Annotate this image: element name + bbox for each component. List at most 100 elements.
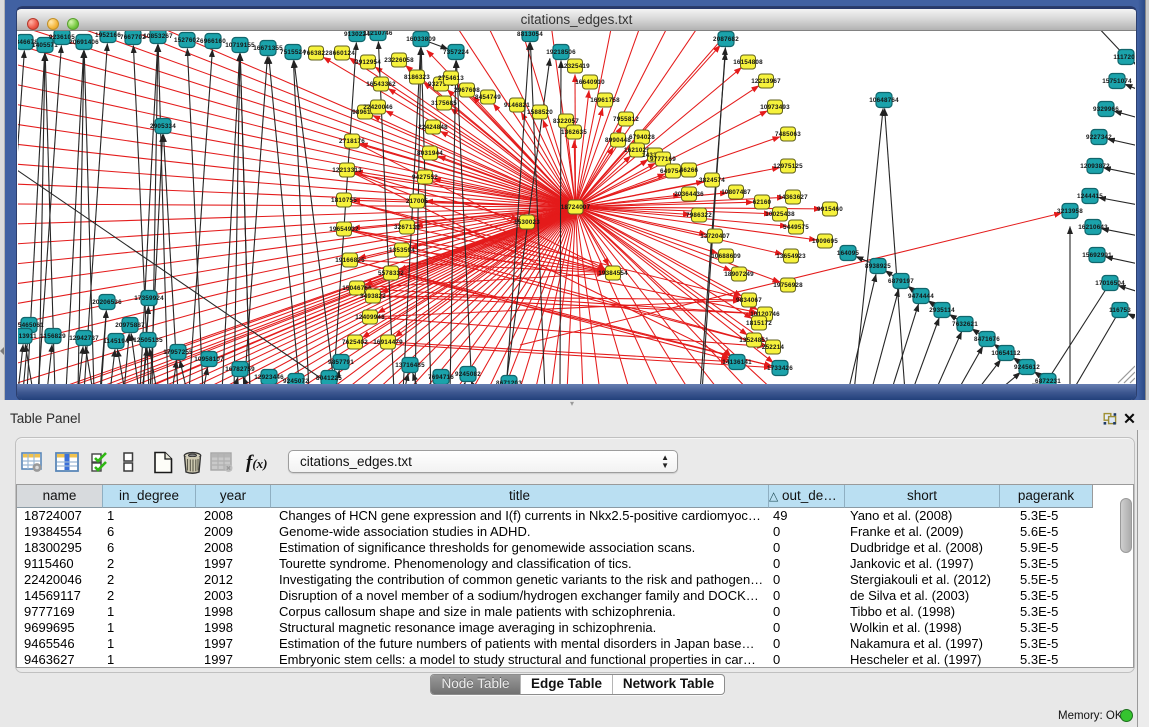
svg-text:22424848: 22424848 bbox=[418, 124, 448, 131]
svg-text:12409948: 12409948 bbox=[355, 314, 385, 321]
svg-text:12093872: 12093872 bbox=[1080, 163, 1110, 170]
svg-text:14136141: 14136141 bbox=[722, 359, 752, 366]
svg-text:6966160: 6966160 bbox=[200, 38, 226, 45]
svg-text:1733426: 1733426 bbox=[767, 365, 793, 372]
svg-text:17359924: 17359924 bbox=[134, 295, 164, 302]
svg-text:15692991: 15692991 bbox=[1082, 252, 1112, 259]
svg-text:116753: 116753 bbox=[1109, 307, 1131, 314]
svg-text:19384554: 19384554 bbox=[598, 270, 628, 277]
svg-text:7663822: 7663822 bbox=[303, 50, 329, 57]
svg-text:10853267: 10853267 bbox=[143, 33, 173, 40]
svg-text:14363627: 14363627 bbox=[778, 194, 808, 201]
svg-text:8990448: 8990448 bbox=[605, 137, 631, 144]
svg-text:19756928: 19756928 bbox=[773, 282, 803, 289]
svg-text:3313911: 3313911 bbox=[18, 333, 37, 340]
svg-text:8322057: 8322057 bbox=[553, 118, 579, 125]
svg-text:7625402: 7625402 bbox=[342, 339, 368, 346]
svg-text:20364436: 20364436 bbox=[674, 191, 704, 198]
svg-text:10973493: 10973493 bbox=[760, 104, 790, 111]
svg-text:16782759: 16782759 bbox=[225, 366, 255, 373]
svg-text:1244415: 1244415 bbox=[1077, 193, 1103, 200]
svg-text:13720407: 13720407 bbox=[700, 233, 730, 240]
svg-text:7986322: 7986322 bbox=[686, 212, 712, 219]
svg-text:164095: 164095 bbox=[837, 250, 860, 257]
svg-text:3824574: 3824574 bbox=[699, 177, 725, 184]
svg-text:20975887: 20975887 bbox=[115, 322, 145, 329]
svg-text:5449575: 5449575 bbox=[783, 224, 809, 231]
svg-text:10958107: 10958107 bbox=[194, 356, 224, 363]
svg-text:23226058: 23226058 bbox=[384, 57, 414, 64]
svg-text:9834067: 9834067 bbox=[736, 297, 762, 304]
svg-text:16543362: 16543362 bbox=[366, 81, 396, 88]
svg-text:10719155: 10719155 bbox=[225, 42, 255, 49]
svg-text:12975125: 12975125 bbox=[773, 163, 803, 170]
svg-text:18907249: 18907249 bbox=[724, 271, 754, 278]
svg-text:1156829: 1156829 bbox=[40, 333, 66, 340]
svg-text:12923446: 12923446 bbox=[254, 374, 284, 381]
svg-text:1353594: 1353594 bbox=[389, 247, 415, 254]
svg-text:1530023: 1530023 bbox=[514, 219, 540, 226]
svg-text:16914479: 16914479 bbox=[373, 339, 403, 346]
svg-text:19218506: 19218506 bbox=[546, 49, 576, 56]
svg-text:20691406: 20691406 bbox=[69, 39, 99, 46]
svg-text:8041225: 8041225 bbox=[316, 375, 342, 382]
svg-text:3912954: 3912954 bbox=[355, 59, 381, 66]
svg-text:2754613: 2754613 bbox=[438, 75, 464, 82]
svg-text:1588520: 1588520 bbox=[527, 109, 553, 116]
svg-text:19654932: 19654932 bbox=[329, 226, 359, 233]
svg-text:8031944: 8031944 bbox=[417, 150, 443, 157]
svg-text:1117205: 1117205 bbox=[1113, 54, 1135, 61]
svg-text:8813054: 8813054 bbox=[517, 31, 543, 38]
svg-text:2718176: 2718176 bbox=[339, 138, 365, 145]
svg-text:9474444: 9474444 bbox=[908, 293, 934, 300]
svg-text:5578332: 5578332 bbox=[378, 270, 404, 277]
svg-text:16640910: 16640910 bbox=[575, 79, 605, 86]
svg-text:9245082: 9245082 bbox=[455, 371, 481, 378]
svg-text:252214: 252214 bbox=[762, 344, 785, 351]
svg-text:7485063: 7485063 bbox=[775, 131, 801, 138]
svg-text:6794028: 6794028 bbox=[629, 134, 655, 141]
svg-text:2967608: 2967608 bbox=[454, 87, 480, 94]
svg-text:1527602: 1527602 bbox=[174, 37, 200, 44]
svg-text:10654112: 10654112 bbox=[991, 350, 1021, 357]
svg-text:9245612: 9245612 bbox=[1014, 364, 1040, 371]
svg-text:62160: 62160 bbox=[753, 199, 772, 206]
svg-text:46266: 46266 bbox=[680, 167, 699, 174]
svg-text:16033809: 16033809 bbox=[406, 36, 436, 43]
svg-text:12325419: 12325419 bbox=[560, 63, 590, 70]
svg-text:7955812: 7955812 bbox=[613, 116, 639, 123]
svg-text:6879197: 6879197 bbox=[888, 278, 914, 285]
svg-text:1145194: 1145194 bbox=[103, 338, 129, 345]
svg-text:10807487: 10807487 bbox=[721, 189, 751, 196]
svg-text:9915460: 9915460 bbox=[817, 206, 843, 213]
svg-text:10688609: 10688609 bbox=[711, 253, 741, 260]
svg-text:12942737: 12942737 bbox=[69, 335, 99, 342]
svg-text:16671355: 16671355 bbox=[253, 45, 283, 52]
svg-text:2905334: 2905334 bbox=[150, 123, 176, 130]
svg-text:7632621: 7632621 bbox=[952, 321, 978, 328]
svg-text:1815172: 1815172 bbox=[746, 320, 772, 327]
svg-text:12213967: 12213967 bbox=[751, 78, 781, 85]
svg-text:9227342: 9227342 bbox=[1086, 134, 1112, 141]
svg-text:9329966: 9329966 bbox=[1093, 106, 1119, 113]
svg-text:3493822: 3493822 bbox=[360, 293, 386, 300]
svg-text:16154808: 16154808 bbox=[733, 59, 763, 66]
svg-text:2935114: 2935114 bbox=[929, 307, 955, 314]
svg-text:16961758: 16961758 bbox=[590, 97, 620, 104]
svg-text:17957255: 17957255 bbox=[163, 349, 193, 356]
svg-text:16210643: 16210643 bbox=[1078, 224, 1108, 231]
svg-text:217005: 217005 bbox=[406, 198, 429, 205]
svg-text:1009695: 1009695 bbox=[812, 238, 838, 245]
svg-text:7694716: 7694716 bbox=[428, 374, 454, 381]
svg-text:9777169: 9777169 bbox=[650, 156, 676, 163]
svg-text:13524851: 13524851 bbox=[739, 337, 769, 344]
svg-text:9857791: 9857791 bbox=[328, 359, 354, 366]
svg-text:12505135: 12505135 bbox=[133, 337, 163, 344]
svg-text:9146821: 9146821 bbox=[504, 102, 530, 109]
svg-text:2087682: 2087682 bbox=[713, 36, 739, 43]
svg-text:8660124: 8660124 bbox=[329, 50, 355, 57]
svg-text:10648764: 10648764 bbox=[869, 97, 899, 104]
svg-text:22420046: 22420046 bbox=[363, 104, 393, 111]
svg-text:1952166: 1952166 bbox=[95, 32, 121, 39]
svg-text:17016504: 17016504 bbox=[1095, 280, 1125, 287]
